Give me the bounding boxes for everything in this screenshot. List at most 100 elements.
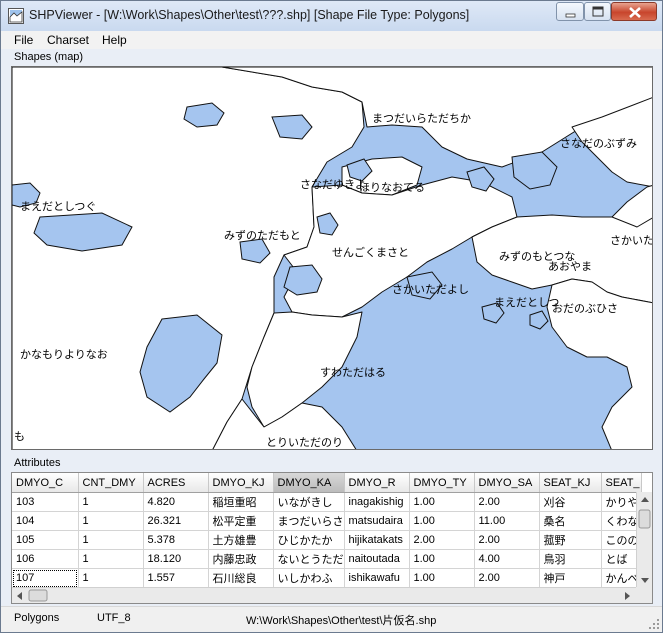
table-cell[interactable]: inagakishig <box>344 492 410 512</box>
table-cell[interactable]: 18.120 <box>143 549 209 569</box>
table-cell[interactable]: ひじかたか <box>273 530 345 550</box>
table-cell[interactable]: 26.321 <box>143 511 209 531</box>
minimize-icon <box>565 13 576 18</box>
table-cell[interactable]: 内藤忠政 <box>208 549 274 569</box>
menu-file[interactable]: File <box>14 33 33 47</box>
map-label: あおやま <box>548 260 592 273</box>
map-label: まえだとしつ <box>494 296 560 309</box>
table-cell[interactable]: 1.557 <box>143 568 209 588</box>
table-cell[interactable]: 稲垣重昭 <box>208 492 274 512</box>
title-bar[interactable]: SHPViewer - [W:\Work\Shapes\Other\test\?… <box>1 1 662 31</box>
table-header-row: DMYO_C CNT_DMY ACRES DMYO_KJ DMYO_KA DMY… <box>12 473 642 493</box>
scroll-left-icon <box>17 592 22 600</box>
table-cell[interactable]: 4.820 <box>143 492 209 512</box>
table-cell[interactable]: 土方雄豊 <box>208 530 274 550</box>
table-cell[interactable]: matsudaira <box>344 511 410 531</box>
table-cell[interactable]: 104 <box>12 511 79 531</box>
map-label: さかいただよし <box>392 283 469 296</box>
map-label: さなだのぶずみ <box>560 137 637 150</box>
table-cell[interactable]: かりや <box>601 492 642 512</box>
table-cell[interactable]: 石川総良 <box>208 568 274 588</box>
table-cell[interactable]: かんべ <box>601 568 642 588</box>
minimize-button[interactable] <box>556 2 584 21</box>
table-cell[interactable]: 1.00 <box>409 511 475 531</box>
column-header[interactable]: DMYO_KJ <box>208 473 274 493</box>
table-cell[interactable]: hijikatakats <box>344 530 410 550</box>
table-cell[interactable]: くわな <box>601 511 642 531</box>
table-cell[interactable]: 106 <box>12 549 79 569</box>
map-label: さなだゆきよ <box>300 178 366 191</box>
table-cell[interactable]: まつだいらさ <box>273 511 345 531</box>
table-cell[interactable]: 1.00 <box>409 492 475 512</box>
table-cell[interactable]: 松平定重 <box>208 511 274 531</box>
column-header[interactable]: DMYO_SA <box>474 473 540 493</box>
table-row[interactable]: 104 1 26.321 松平定重 まつだいらさ matsudaira 1.00… <box>12 511 642 531</box>
table-cell[interactable]: 1 <box>78 530 144 550</box>
map-label: とりいただのり <box>266 436 343 449</box>
column-header[interactable]: DMYO_TY <box>409 473 475 493</box>
scrollbar-corner <box>636 587 652 603</box>
table-cell[interactable]: このの <box>601 530 642 550</box>
status-bar: Polygons UTF_8 W:\Work\Shapes\Other\test… <box>1 606 662 632</box>
water-region <box>529 310 549 330</box>
horizontal-scrollbar-graphic <box>17 589 630 602</box>
attributes-grid[interactable]: DMYO_C CNT_DMY ACRES DMYO_KJ DMYO_KA DMY… <box>11 472 653 604</box>
column-header-selected[interactable]: DMYO_KA <box>273 473 345 493</box>
table-row[interactable]: 103 1 4.820 稲垣重昭 いながきし inagakishig 1.00 … <box>12 492 642 512</box>
table-cell[interactable]: 1 <box>78 492 144 512</box>
table-cell[interactable]: 2.00 <box>474 492 540 512</box>
map-view[interactable]: まつだいらただちか さなだのぶずみ さなだゆきよ ほりなおてる まえだとしつぐ … <box>11 66 653 450</box>
column-header[interactable]: CNT_DMY <box>78 473 144 493</box>
table-cell[interactable]: 5.378 <box>143 530 209 550</box>
map-label: すわただはる <box>320 366 386 379</box>
table-cell[interactable]: 菰野 <box>539 530 602 550</box>
app-window: SHPViewer - [W:\Work\Shapes\Other\test\?… <box>0 0 663 633</box>
table-cell[interactable]: 1 <box>78 511 144 531</box>
menu-charset[interactable]: Charset <box>47 33 89 47</box>
vertical-scrollbar[interactable] <box>636 492 652 588</box>
table-cell[interactable]: 4.00 <box>474 549 540 569</box>
table-cell[interactable]: 刈谷 <box>539 492 602 512</box>
close-button[interactable] <box>611 2 657 21</box>
horizontal-scrollbar[interactable] <box>12 587 636 603</box>
scroll-down-icon <box>641 578 649 583</box>
table-cell[interactable]: いしかわふ <box>273 568 345 588</box>
maximize-button[interactable] <box>584 2 611 21</box>
close-icon <box>629 7 641 18</box>
menu-bar: File Charset Help <box>1 31 662 49</box>
table-cell[interactable]: 2.00 <box>474 530 540 550</box>
attributes-panel-label: Attributes <box>14 457 61 469</box>
column-header[interactable]: SEAT_KJ <box>539 473 602 493</box>
table-cell[interactable]: ishikawafu <box>344 568 410 588</box>
column-header[interactable]: DMYO_R <box>344 473 410 493</box>
table-cell[interactable]: 2.00 <box>474 568 540 588</box>
table-cell[interactable]: naitoutada <box>344 549 410 569</box>
table-cell[interactable]: 2.00 <box>409 530 475 550</box>
map-label: せんごくまさと <box>332 246 409 259</box>
table-cell[interactable]: 1.00 <box>409 568 475 588</box>
column-header[interactable]: DMYO_C <box>12 473 79 493</box>
window-title: SHPViewer - [W:\Work\Shapes\Other\test\?… <box>29 8 470 22</box>
table-row[interactable]: 106 1 18.120 内藤忠政 ないとうただ naitoutada 1.00… <box>12 549 642 569</box>
column-header[interactable]: SEAT_ <box>601 473 642 493</box>
table-cell[interactable]: 103 <box>12 492 79 512</box>
menu-help[interactable]: Help <box>102 33 127 47</box>
table-cell[interactable]: 11.00 <box>474 511 540 531</box>
table-cell[interactable]: 神戸 <box>539 568 602 588</box>
table-cell[interactable]: 1 <box>78 568 144 588</box>
table-cell[interactable]: とば <box>601 549 642 569</box>
table-cell[interactable]: ないとうただ <box>273 549 345 569</box>
map-label: おだのぶひさ <box>552 302 618 315</box>
column-header[interactable]: ACRES <box>143 473 209 493</box>
maximize-icon <box>592 6 604 17</box>
table-cell[interactable]: いながきし <box>273 492 345 512</box>
table-cell-current[interactable]: 107 <box>12 568 79 588</box>
table-cell[interactable]: 1 <box>78 549 144 569</box>
table-cell[interactable]: 桑名 <box>539 511 602 531</box>
table-cell[interactable]: 1.00 <box>409 549 475 569</box>
table-cell[interactable]: 鳥羽 <box>539 549 602 569</box>
table-row[interactable]: 107 1 1.557 石川総良 いしかわふ ishikawafu 1.00 2… <box>12 568 642 588</box>
table-row[interactable]: 105 1 5.378 土方雄豊 ひじかたか hijikatakats 2.00… <box>12 530 642 550</box>
table-cell[interactable]: 105 <box>12 530 79 550</box>
resize-grip-icon[interactable] <box>648 618 660 630</box>
